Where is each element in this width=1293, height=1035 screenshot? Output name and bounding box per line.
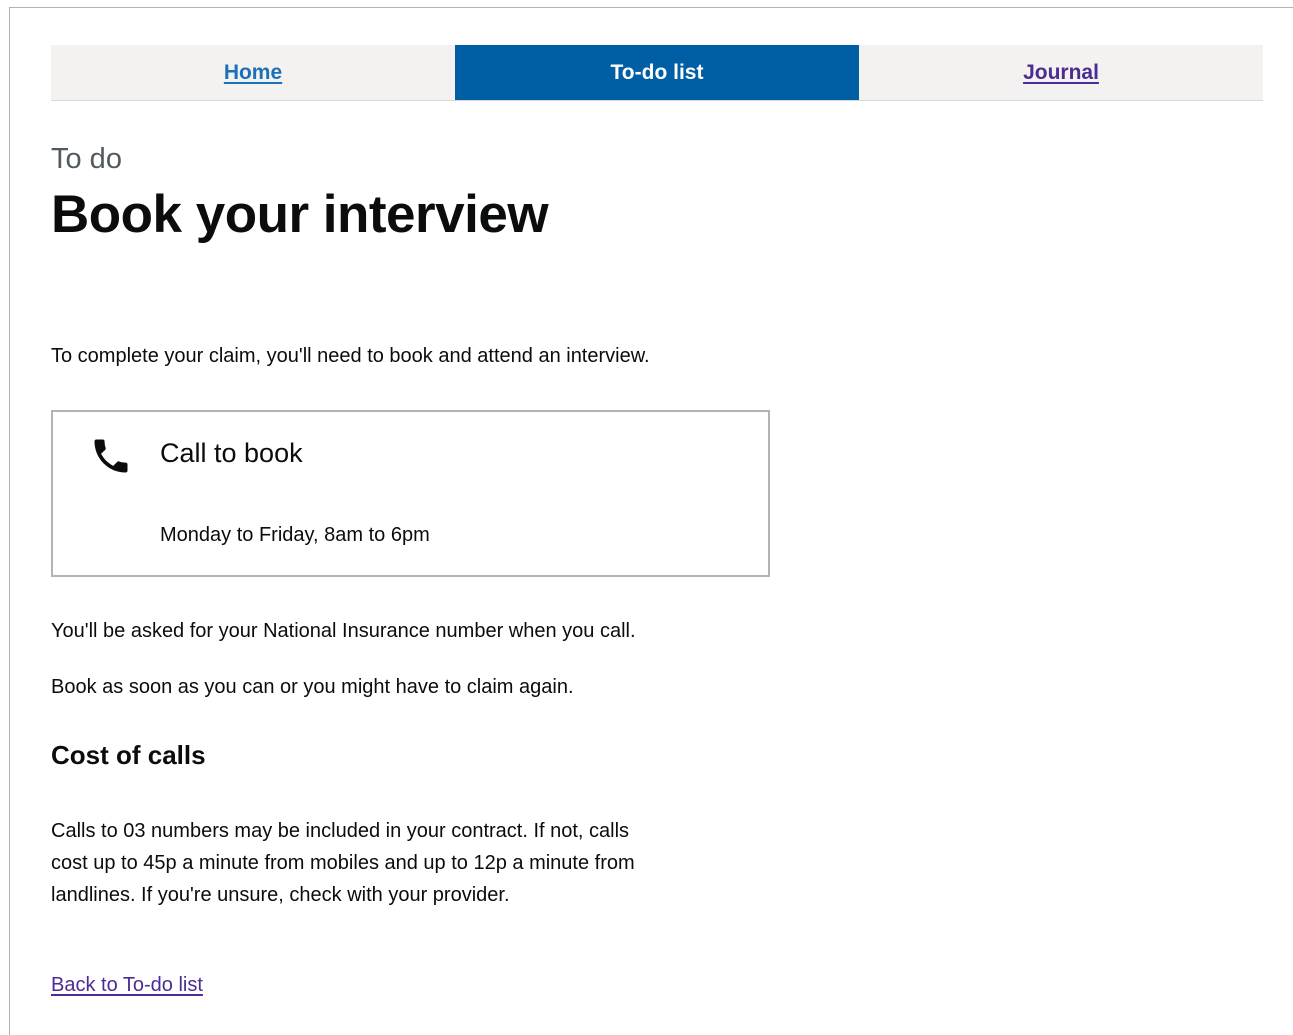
cost-text-line-3: landlines. If you're unsure, check with … [51, 884, 510, 906]
intro-text: To complete your claim, you'll need to b… [51, 345, 650, 367]
phone-icon [94, 439, 128, 473]
cost-text-line-2: cost up to 45p a minute from mobiles and… [51, 852, 635, 874]
cost-text-line-1: Calls to 03 numbers may be included in y… [51, 820, 630, 842]
main-navigation: Home To-do list Journal [51, 45, 1263, 101]
tab-home[interactable]: Home [51, 45, 455, 100]
tab-to-do-list[interactable]: To-do list [455, 45, 859, 100]
cost-of-calls-heading: Cost of calls [51, 740, 206, 770]
call-box-title: Call to book [160, 438, 303, 468]
back-to-todo-link[interactable]: Back to To-do list [51, 974, 203, 997]
page-title: Book your interview [51, 185, 549, 244]
call-box-hours: Monday to Friday, 8am to 6pm [160, 524, 430, 546]
tab-journal[interactable]: Journal [859, 45, 1263, 100]
call-to-book-panel: Call to book Monday to Friday, 8am to 6p… [51, 410, 770, 577]
ni-number-note: You'll be asked for your National Insura… [51, 620, 636, 642]
book-soon-note: Book as soon as you can or you might hav… [51, 676, 574, 698]
page-caption: To do [51, 143, 122, 175]
